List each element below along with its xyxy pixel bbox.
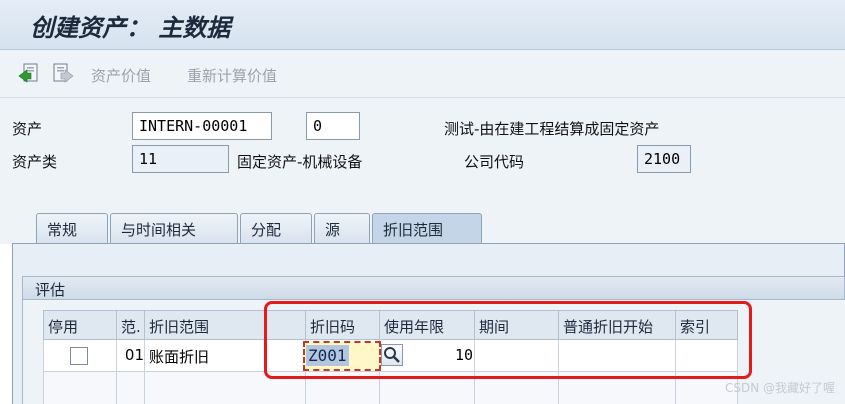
asset-description: 测试-由在建工程结算成固定资产 [444, 120, 660, 138]
asset-number-field[interactable]: INTERN-00001 [132, 112, 272, 140]
next-item-icon[interactable] [52, 62, 74, 84]
tab-time-dependent[interactable]: 与时间相关 [110, 213, 238, 243]
valuation-group-title: 评估 [22, 276, 845, 300]
company-code-label: 公司代码 [464, 153, 525, 171]
asset-subnumber-field[interactable]: 0 [306, 112, 360, 140]
tab-origin[interactable]: 源 [314, 213, 370, 243]
previous-item-icon[interactable] [18, 62, 40, 84]
deactivated-checkbox[interactable] [70, 347, 88, 365]
asset-values-button[interactable]: 资产价值 [91, 65, 151, 86]
col-deactivated[interactable]: 停用 [43, 310, 117, 340]
table-row-empty [43, 372, 117, 404]
watermark: CSDN @我藏好了喔 [724, 381, 835, 395]
red-highlight-box [264, 301, 752, 379]
asset-class-field[interactable]: 11 [132, 145, 229, 173]
page-title: 创建资产： 主数据 [30, 13, 231, 42]
company-code-field[interactable]: 2100 [637, 145, 691, 173]
recalculate-values-button[interactable]: 重新计算价值 [187, 65, 277, 86]
area-number-cell: 01 [117, 340, 145, 372]
tab-general[interactable]: 常规 [36, 213, 108, 243]
col-area-number[interactable]: 范. [117, 310, 145, 340]
asset-label: 资产 [12, 120, 43, 138]
asset-class-description: 固定资产-机械设备 [237, 153, 363, 171]
asset-header-area [0, 98, 845, 211]
tab-allocations[interactable]: 分配 [240, 213, 312, 243]
tab-depreciation-areas[interactable]: 折旧范围 [372, 213, 482, 244]
table-row-empty-cell [117, 372, 145, 404]
asset-class-label: 资产类 [12, 153, 58, 171]
title-bar: 创建资产： 主数据 [0, 0, 845, 50]
application-toolbar: 资产价值 重新计算价值 [0, 50, 845, 98]
